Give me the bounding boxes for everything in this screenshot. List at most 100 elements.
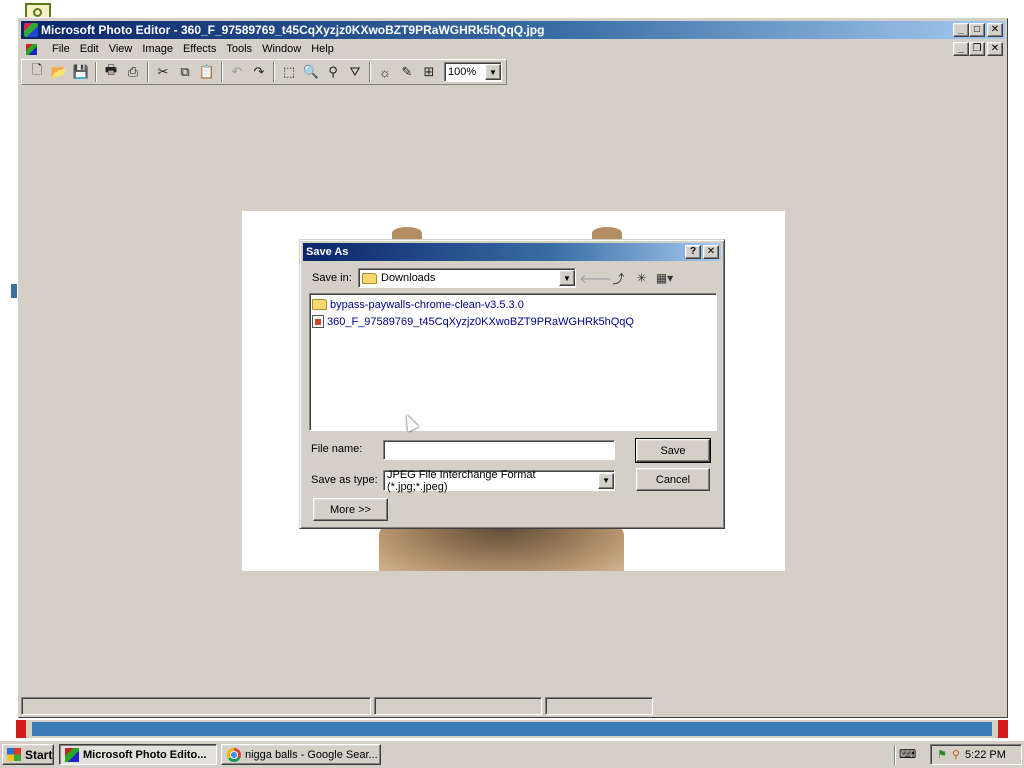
undo-icon[interactable]: ↶ [226, 62, 248, 82]
redo-icon[interactable]: ↷ [248, 62, 270, 82]
folder-icon [312, 299, 327, 310]
folder-icon [362, 272, 377, 284]
more-button[interactable]: More >> [313, 498, 388, 521]
brightness-icon[interactable]: ☼ [374, 62, 396, 82]
status-pane [374, 697, 542, 715]
chevron-down-icon[interactable]: ▼ [559, 270, 575, 286]
select-icon[interactable]: ⬚ [278, 62, 300, 82]
window-title: Microsoft Photo Editor - 360_F_97589769_… [41, 23, 545, 37]
file-name: 360_F_97589769_t45CqXyzjz0KXwoBZT9PRaWGH… [327, 315, 634, 328]
toolbar-separator [273, 62, 275, 82]
document-system-menu-icon[interactable] [25, 42, 41, 57]
file-list[interactable]: bypass-paywalls-chrome-clean-v3.5.3.0 36… [309, 293, 717, 431]
scan-icon[interactable]: ⎙ [122, 62, 144, 82]
dialog-titlebar[interactable]: Save As ? ✕ [303, 243, 721, 261]
zoom-combo[interactable]: 100% ▼ [444, 62, 502, 82]
zoom-value: 100% [448, 66, 477, 78]
file-name: bypass-paywalls-chrome-clean-v3.5.3.0 [330, 298, 524, 311]
menu-tools[interactable]: Tools [221, 40, 257, 58]
menu-effects[interactable]: Effects [178, 40, 221, 58]
view-menu-icon[interactable]: ▦▾ [655, 269, 674, 287]
list-item[interactable]: 360_F_97589769_t45CqXyzjz0KXwoBZT9PRaWGH… [312, 313, 714, 330]
pen-icon[interactable]: ✎ [396, 62, 418, 82]
save-in-combo[interactable]: Downloads ▼ [358, 268, 576, 288]
cancel-button[interactable]: Cancel [636, 468, 710, 491]
chevron-down-icon[interactable]: ▼ [598, 472, 614, 489]
menu-image[interactable]: Image [137, 40, 178, 58]
list-item[interactable]: bypass-paywalls-chrome-clean-v3.5.3.0 [312, 296, 714, 313]
menu-bar: File Edit View Image Effects Tools Windo… [21, 40, 1005, 58]
zoom-icon[interactable]: 🔍 [300, 62, 322, 82]
taskbar: Start Microsoft Photo Edito... nigga bal… [0, 740, 1024, 768]
new-icon[interactable]: 🗋 [26, 62, 48, 82]
menu-help[interactable]: Help [306, 40, 339, 58]
jpeg-file-icon [312, 315, 324, 328]
save-as-type-select[interactable]: JPEG File Interchange Format (*.jpg;*.jp… [383, 468, 615, 493]
network-icon[interactable]: ⚑ [937, 748, 947, 761]
cut-icon[interactable]: ✂ [152, 62, 174, 82]
toolbar-separator [147, 62, 149, 82]
save-icon[interactable]: 💾 [70, 62, 92, 82]
strip-bar [32, 722, 992, 736]
strip-right-edge [998, 720, 1008, 738]
doc-close-button[interactable]: ✕ [987, 42, 1003, 56]
up-folder-icon[interactable]: ⤴ [609, 269, 628, 287]
task-label: nigga balls - Google Sear... [245, 748, 378, 761]
bottom-strip [16, 720, 1008, 738]
open-icon[interactable]: 📂 [48, 62, 70, 82]
strip-left-edge [16, 720, 26, 738]
paste-icon[interactable]: 📋 [196, 62, 218, 82]
photo-ear-left [392, 227, 422, 239]
menu-file[interactable]: File [47, 40, 75, 58]
menu-edit[interactable]: Edit [75, 40, 104, 58]
save-in-label: Save in: [312, 272, 352, 284]
keyboard-icon[interactable]: ⌨ [899, 747, 916, 761]
copy-icon[interactable]: ⧉ [174, 62, 196, 82]
chevron-down-icon[interactable]: ▼ [485, 64, 501, 80]
chrome-icon [227, 747, 241, 762]
menu-view[interactable]: View [104, 40, 138, 58]
back-arrow-icon[interactable]: 🡐 [579, 269, 611, 287]
start-label: Start [25, 747, 53, 762]
save-as-dialog: Save As ? ✕ Save in: Downloads ▼ 🡐 ⤴ ✳ ▦… [299, 239, 725, 529]
save-as-type-value: JPEG File Interchange Format (*.jpg;*.jp… [387, 468, 536, 493]
menu-window[interactable]: Window [257, 40, 306, 58]
file-name-field[interactable] [383, 440, 615, 460]
maximize-button[interactable]: □ [969, 23, 985, 37]
search-icon[interactable]: ⚲ [952, 748, 960, 761]
file-name-label: File name: [311, 443, 363, 455]
window-titlebar[interactable]: Microsoft Photo Editor - 360_F_97589769_… [21, 21, 1005, 39]
desktop-edge-icon [11, 284, 17, 298]
taskbar-item-photo-editor[interactable]: Microsoft Photo Edito... [59, 744, 217, 765]
close-button[interactable]: ✕ [987, 23, 1003, 37]
taskbar-item-browser[interactable]: nigga balls - Google Sear... [221, 744, 381, 765]
windows-logo-icon [7, 748, 21, 761]
new-folder-icon[interactable]: ✳ [632, 269, 651, 287]
save-button[interactable]: Save [635, 438, 711, 463]
standard-toolbar: 🗋 📂 💾 🖶 ⎙ ✂ ⧉ 📋 ↶ ↷ ⬚ 🔍 ⚲ ⛛ ☼ ✎ ⊞ 100% ▼ [21, 59, 507, 85]
photo-editor-app-icon [65, 747, 79, 762]
task-label: Microsoft Photo Edito... [83, 748, 207, 761]
save-in-value: Downloads [381, 272, 436, 284]
status-bar [21, 697, 1005, 715]
start-button[interactable]: Start [2, 744, 54, 765]
system-tray: ⚑ ⚲ 5:22 PM [930, 744, 1022, 765]
desktop-icon[interactable] [25, 3, 51, 17]
triangle-select-icon[interactable]: ⛛ [344, 62, 366, 82]
tray-separator [894, 745, 896, 765]
print-icon[interactable]: 🖶 [100, 62, 122, 82]
status-pane [545, 697, 653, 715]
doc-restore-button[interactable]: ❐ [969, 42, 985, 56]
toolbar-separator [369, 62, 371, 82]
pin-icon[interactable]: ⚲ [322, 62, 344, 82]
help-button[interactable]: ? [685, 245, 701, 259]
photo-editor-app-icon[interactable] [24, 23, 38, 37]
toolbar-separator [95, 62, 97, 82]
clock[interactable]: 5:22 PM [965, 749, 1006, 761]
minimize-button[interactable]: _ [953, 23, 969, 37]
save-as-type-label: Save as type: [311, 474, 378, 486]
dialog-close-button[interactable]: ✕ [703, 245, 719, 259]
image-properties-icon[interactable]: ⊞ [418, 62, 440, 82]
status-pane [21, 697, 371, 715]
doc-minimize-button[interactable]: _ [953, 42, 969, 56]
